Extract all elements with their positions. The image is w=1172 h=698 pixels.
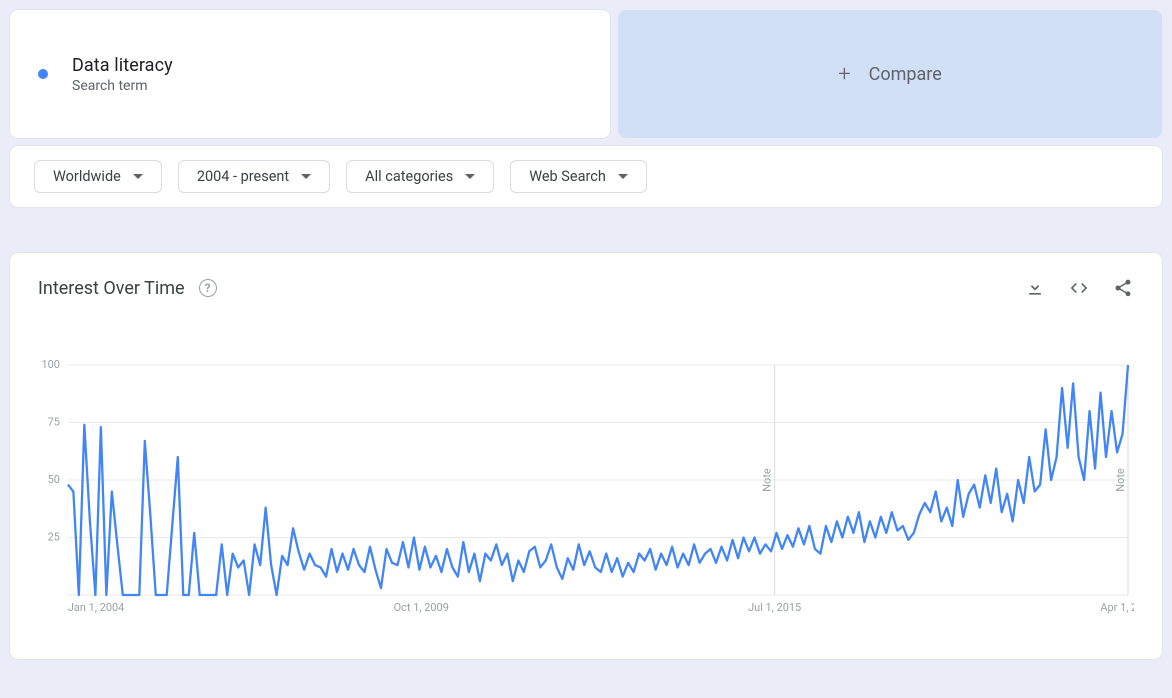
chart-title: Interest Over Time (38, 278, 185, 299)
help-icon[interactable]: ? (199, 279, 217, 297)
code-icon (1069, 278, 1089, 298)
search-term-subtitle: Search term (72, 78, 173, 94)
category-filter[interactable]: All categories (346, 160, 494, 193)
chart-svg: 25 50 75 100 Note Note Jan 1, 2004 Oct 1, 2009 J… (38, 359, 1134, 619)
share-button[interactable] (1112, 277, 1134, 299)
download-button[interactable] (1024, 277, 1046, 299)
share-icon (1113, 278, 1133, 298)
search-type-filter-label: Web Search (529, 168, 606, 185)
chevron-down-icon (465, 174, 475, 179)
chevron-down-icon (301, 174, 311, 179)
svg-text:Oct 1, 2009: Oct 1, 2009 (394, 601, 449, 614)
svg-text:75: 75 (48, 415, 60, 428)
compare-label: Compare (869, 64, 942, 85)
download-icon (1025, 278, 1045, 298)
series-color-dot (38, 69, 48, 79)
chart-body: 25 50 75 100 Note Note Jan 1, 2004 Oct 1, 2009 J… (38, 359, 1134, 619)
compare-button[interactable]: + Compare (618, 10, 1162, 138)
region-filter[interactable]: Worldwide (34, 160, 162, 193)
category-filter-label: All categories (365, 168, 453, 185)
svg-text:25: 25 (48, 530, 60, 543)
svg-text:Jan 1, 2004: Jan 1, 2004 (68, 601, 124, 614)
filter-bar: Worldwide 2004 - present All categories … (10, 146, 1162, 207)
chart-card: Interest Over Time ? 25 50 75 100 Note Note Ja… (10, 253, 1162, 659)
search-term-card[interactable]: Data literacy Search term (10, 10, 610, 138)
svg-text:Note: Note (1114, 468, 1127, 492)
time-filter[interactable]: 2004 - present (178, 160, 330, 193)
embed-button[interactable] (1068, 277, 1090, 299)
svg-text:Apr 1, 2021: Apr 1, 2021 (1100, 601, 1134, 614)
time-filter-label: 2004 - present (197, 168, 289, 185)
svg-text:50: 50 (48, 473, 60, 486)
chevron-down-icon (618, 174, 628, 179)
svg-text:Note: Note (761, 468, 774, 492)
plus-icon: + (838, 62, 850, 87)
svg-text:Jul 1, 2015: Jul 1, 2015 (748, 601, 801, 614)
chevron-down-icon (133, 174, 143, 179)
svg-text:100: 100 (41, 359, 59, 371)
search-type-filter[interactable]: Web Search (510, 160, 647, 193)
search-term-title: Data literacy (72, 55, 173, 76)
region-filter-label: Worldwide (53, 168, 121, 185)
